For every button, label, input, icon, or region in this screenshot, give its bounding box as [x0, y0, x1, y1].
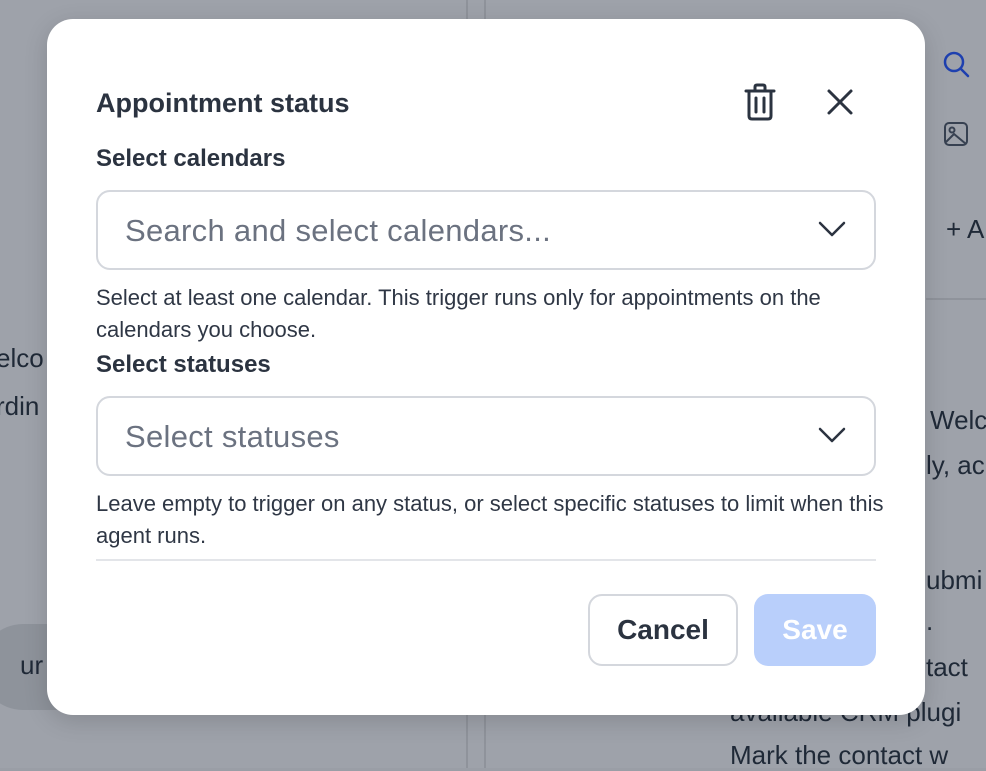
- delete-button[interactable]: [736, 80, 784, 128]
- background-text: Mark the contact w: [730, 740, 949, 770]
- image-icon: [943, 121, 969, 152]
- calendars-select-placeholder: Search and select calendars...: [125, 213, 552, 248]
- background-text: rdin: [0, 391, 40, 421]
- save-button[interactable]: Save: [754, 594, 876, 666]
- statuses-label: Select statuses: [96, 351, 271, 378]
- chevron-down-icon: [818, 220, 846, 243]
- search-icon: [942, 50, 970, 83]
- background-text: ubmi: [926, 565, 983, 595]
- background-text: tact: [926, 652, 968, 682]
- calendars-help-text: Select at least one calendar. This trigg…: [96, 285, 821, 342]
- background-hline: [926, 298, 986, 300]
- appointment-status-modal: Appointment status Select calendars Sear…: [47, 19, 925, 715]
- background-text: ly, ac: [926, 450, 985, 480]
- calendars-label: Select calendars: [96, 145, 286, 172]
- background-add-label: + A: [946, 214, 985, 244]
- calendars-select[interactable]: Search and select calendars...: [96, 190, 876, 270]
- trash-icon: [743, 83, 777, 126]
- footer-divider: [96, 559, 876, 561]
- close-button[interactable]: [816, 80, 864, 128]
- background-text: .: [926, 606, 934, 636]
- chevron-down-icon: [818, 426, 846, 449]
- modal-title: Appointment status: [96, 88, 350, 118]
- statuses-select[interactable]: Select statuses: [96, 396, 876, 476]
- background-pill-text: ur: [20, 650, 44, 680]
- statuses-select-placeholder: Select statuses: [125, 419, 340, 454]
- background-text: Welc: [930, 405, 986, 435]
- statuses-help-text: Leave empty to trigger on any status, or…: [96, 491, 884, 548]
- background-text: elco: [0, 343, 44, 373]
- close-icon: [826, 88, 854, 121]
- cancel-button[interactable]: Cancel: [588, 594, 738, 666]
